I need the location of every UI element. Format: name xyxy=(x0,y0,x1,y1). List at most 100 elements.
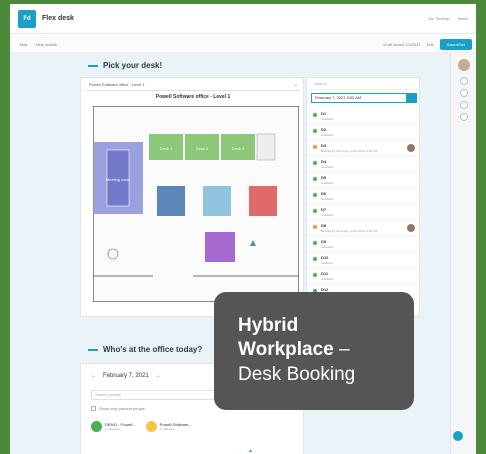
desk-list-panel: Search February 7, 2021 9:00 AM D1 Availa… xyxy=(306,77,420,317)
desk-list-item[interactable]: D2 Available xyxy=(307,124,419,140)
map-link[interactable]: Map xyxy=(20,42,28,47)
calendar-icon[interactable] xyxy=(406,93,416,103)
present-checkbox-label: Show only present people xyxy=(99,406,146,411)
desk-status-text: Available xyxy=(321,117,334,121)
who-date-nav: ← February 7, 2021 → xyxy=(91,373,161,379)
floor-select-value: Powell Software office - Level 1 xyxy=(89,82,145,87)
desk-name: D11 xyxy=(321,271,329,276)
status-dot xyxy=(313,225,317,229)
person-item[interactable]: DEMO - Powell... 1 colleague xyxy=(91,421,136,432)
desk-list-item[interactable]: D6 Available xyxy=(307,188,419,204)
share-link[interactable]: Share xyxy=(457,16,468,21)
desk-list-item[interactable]: D5 Available xyxy=(307,172,419,188)
saved-button[interactable]: Saved/Set xyxy=(439,39,472,50)
avatar xyxy=(407,224,415,232)
desk-name: D10 xyxy=(321,255,329,260)
avatar xyxy=(145,421,157,432)
promo-overlay: Hybrid Workplace – Desk Booking xyxy=(214,292,414,410)
desk-status-text: Available xyxy=(321,133,334,137)
desk-list-item[interactable]: D8 Booked by Jane Roe, 02/07/2021 9:00 AM xyxy=(307,220,419,236)
desk-cluster-purple[interactable] xyxy=(205,232,235,262)
my-timetrip-link[interactable]: My Timetrip xyxy=(429,16,450,21)
person-sub: 1 colleague xyxy=(105,427,121,431)
desk-list-item[interactable]: D1 Available xyxy=(307,108,419,124)
title-accent xyxy=(88,64,98,67)
desk-name: D3 xyxy=(321,143,327,148)
rail-map-icon[interactable] xyxy=(460,101,468,109)
desk-name: D4 xyxy=(321,159,327,164)
app-title: Flex desk xyxy=(42,15,74,22)
next-day-icon[interactable]: → xyxy=(155,373,161,379)
side-rail xyxy=(450,53,476,454)
checkbox-box[interactable] xyxy=(91,406,96,411)
top-links: My Timetrip Share xyxy=(429,16,468,21)
overlay-line-1: Hybrid xyxy=(238,315,299,336)
avatar xyxy=(91,421,102,432)
draft-status: Draft saved 2/3/2021 xyxy=(383,42,421,47)
date-picker[interactable]: February 7, 2021 9:00 AM xyxy=(311,93,417,103)
edit-link[interactable]: Edit xyxy=(427,42,434,47)
desk-cluster-lightblue[interactable] xyxy=(203,186,231,216)
desk-zone-2-label: Desk 2 xyxy=(196,146,209,151)
desk-status-text: Available xyxy=(321,165,334,169)
status-dot xyxy=(313,177,317,181)
desk-list-item[interactable]: D7 Available xyxy=(307,204,419,220)
desk-search-input[interactable]: Search xyxy=(311,81,417,90)
status-dot xyxy=(313,145,317,149)
desk-cluster-blue[interactable] xyxy=(157,186,185,216)
overlay-line-2: Workplace – xyxy=(238,338,390,362)
desk-status-text: Available xyxy=(321,245,334,249)
desk-list-item[interactable]: D10 Available xyxy=(307,252,419,268)
title-accent xyxy=(88,348,98,351)
app-logo: Fd xyxy=(18,10,36,28)
desk-status-text: Available xyxy=(321,181,334,185)
date-picker-value: February 7, 2021 9:00 AM xyxy=(315,95,362,100)
desk-list-item[interactable]: D9 Available xyxy=(307,236,419,252)
desk-status-text: Available xyxy=(321,197,334,201)
floor-plan-card: Powell Software office - Level 1 ⌄ Powel… xyxy=(80,77,304,317)
desk-list-item[interactable]: D4 Available xyxy=(307,156,419,172)
rail-home-icon[interactable] xyxy=(460,77,468,85)
person-sub: 1 colleague xyxy=(159,427,176,431)
desk-cluster-red[interactable] xyxy=(249,186,277,216)
desk-status-text: Booked by John Doe, 02/07/2021 9:00 AM xyxy=(321,149,378,153)
status-dot xyxy=(313,161,317,165)
pick-desk-title-text: Pick your desk! xyxy=(103,61,163,70)
top-bar: Fd Flex desk My Timetrip Share xyxy=(10,4,476,34)
status-dot xyxy=(313,241,317,245)
prev-day-icon[interactable]: ← xyxy=(91,373,97,379)
chevron-up-icon[interactable]: ▲ xyxy=(248,448,253,454)
desk-name: D7 xyxy=(321,207,327,212)
status-dot xyxy=(313,113,317,117)
desk-name: D5 xyxy=(321,175,327,180)
desk-list: D1 Available D2 Available D3 Booked by John D… xyxy=(307,108,419,316)
person-item[interactable]: Powell Software... 1 colleague xyxy=(145,421,192,432)
status-dot xyxy=(313,273,317,277)
avatar xyxy=(407,144,415,152)
user-avatar[interactable] xyxy=(458,59,470,71)
meeting-room-label: Meeting room xyxy=(106,177,131,182)
chat-icon[interactable] xyxy=(453,431,463,441)
desk-status-text: Available xyxy=(321,213,334,217)
status-dot xyxy=(313,193,317,197)
desk-status-text: Available xyxy=(321,277,334,281)
desk-status-text: Booked by Jane Roe, 02/07/2021 9:00 AM xyxy=(321,229,378,233)
sub-toolbar: Map Help details Draft saved 2/3/2021 Ed… xyxy=(10,35,476,53)
desk-list-item[interactable]: D3 Booked by John Doe, 02/07/2021 9:00 AM xyxy=(307,140,419,156)
floor-plan[interactable]: Meeting room Desk 1 Desk 2 Desk 3 xyxy=(93,106,299,302)
desk-name: D1 xyxy=(321,111,327,116)
rail-settings-icon[interactable] xyxy=(460,113,468,121)
who-title-text: Who's at the office today? xyxy=(103,345,203,354)
rail-calendar-icon[interactable] xyxy=(460,89,468,97)
help-details-link[interactable]: Help details xyxy=(36,42,57,47)
desk-list-item[interactable]: D11 Available xyxy=(307,268,419,284)
desk-name: D8 xyxy=(321,223,327,228)
floor-select[interactable]: Powell Software office - Level 1 ⌄ xyxy=(86,82,300,91)
present-checkbox[interactable]: Show only present people xyxy=(91,406,145,411)
who-title: Who's at the office today? xyxy=(88,345,202,354)
pick-desk-title: Pick your desk! xyxy=(88,61,162,70)
who-date-value: February 7, 2021 xyxy=(103,373,149,379)
desk-name: D2 xyxy=(321,127,327,132)
people-search-input[interactable]: Search people xyxy=(91,390,221,400)
floor-name: Powell Software office - Level 1 xyxy=(155,94,231,100)
